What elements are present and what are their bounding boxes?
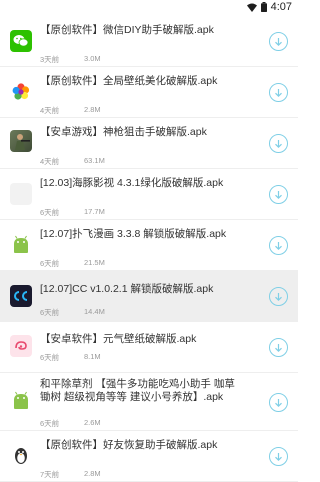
download-button[interactable] <box>269 287 288 306</box>
download-button[interactable] <box>269 83 288 102</box>
file-size: 8.1M <box>84 352 101 361</box>
clock: 4:07 <box>270 1 292 13</box>
sniper-game-icon <box>10 130 32 152</box>
list-item[interactable]: 和平除草剂 【强牛多功能吃鸡小助手 咖草 锄树 超级视角等等 建议小号养放】.a… <box>0 373 298 431</box>
file-date: 4天前 <box>40 106 60 115</box>
file-size: 17.7M <box>84 207 105 216</box>
file-title[interactable]: [12.07]扑飞漫画 3.3.8 解锁版破解版.apk <box>40 228 240 241</box>
list-item[interactable]: 【安卓软件】元气壁纸破解版.apk 6天前 8.1M <box>0 322 298 373</box>
status-bar: 4:07 <box>0 0 298 16</box>
file-date: 6天前 <box>40 259 60 268</box>
wifi-icon <box>246 3 257 12</box>
download-button[interactable] <box>269 236 288 255</box>
download-arrow-icon <box>275 398 282 407</box>
file-date: 7天前 <box>40 470 60 479</box>
list-item[interactable]: 【原创软件】微信DIY助手破解版.apk 3天前 3.0M <box>0 16 298 67</box>
file-date: 3天前 <box>40 55 60 64</box>
file-size: 2.6M <box>84 418 101 427</box>
download-arrow-icon <box>275 88 282 97</box>
download-button[interactable] <box>269 134 288 153</box>
file-title[interactable]: 【原创软件】微信DIY助手破解版.apk <box>40 24 240 37</box>
download-arrow-icon <box>275 37 282 46</box>
download-arrow-icon <box>275 343 282 352</box>
download-arrow-icon <box>275 241 282 250</box>
android-icon <box>10 390 32 412</box>
download-button[interactable] <box>269 32 288 51</box>
download-button[interactable] <box>269 393 288 412</box>
list-item[interactable]: 【安卓游戏】神枪狙击手破解版.apk 4天前 63.1M <box>0 118 298 169</box>
blank-icon <box>10 183 32 205</box>
download-arrow-icon <box>275 292 282 301</box>
file-title[interactable]: 和平除草剂 【强牛多功能吃鸡小助手 咖草 锄树 超级视角等等 建议小号养放】.a… <box>40 378 245 403</box>
qq-penguin-icon <box>10 445 32 467</box>
file-size: 63.1M <box>84 156 105 165</box>
file-size: 14.4M <box>84 307 105 316</box>
file-size: 2.8M <box>84 105 101 114</box>
list-item[interactable]: 【原创软件】好友恢复助手破解版.apk 7天前 2.8M <box>0 431 298 482</box>
file-size: 3.0M <box>84 54 101 63</box>
file-date: 4天前 <box>40 157 60 166</box>
download-arrow-icon <box>275 139 282 148</box>
file-date: 6天前 <box>40 308 60 317</box>
download-arrow-icon <box>275 452 282 461</box>
file-date: 6天前 <box>40 353 60 362</box>
cc-app-icon <box>10 285 32 307</box>
download-button[interactable] <box>269 338 288 357</box>
wechat-icon <box>10 30 32 52</box>
download-button[interactable] <box>269 185 288 204</box>
file-title[interactable]: 【安卓游戏】神枪狙击手破解版.apk <box>40 126 240 139</box>
download-button[interactable] <box>269 447 288 466</box>
android-icon <box>10 234 32 256</box>
color-flower-icon <box>10 81 32 103</box>
list-item[interactable]: [12.07]CC v1.0.2.1 解锁版破解版.apk 6天前 14.4M <box>0 271 298 322</box>
file-size: 21.5M <box>84 258 105 267</box>
file-title[interactable]: 【原创软件】好友恢复助手破解版.apk <box>40 439 240 452</box>
file-title[interactable]: [12.07]CC v1.0.2.1 解锁版破解版.apk <box>40 283 240 296</box>
wallpaper-app-icon <box>10 335 32 357</box>
file-list[interactable]: 【原创软件】微信DIY助手破解版.apk 3天前 3.0M 【原创软件】全局壁纸… <box>0 16 298 482</box>
file-title[interactable]: 【安卓软件】元气壁纸破解版.apk <box>40 333 240 346</box>
list-item[interactable]: 【原创软件】全局壁纸美化破解版.apk 4天前 2.8M <box>0 67 298 118</box>
download-arrow-icon <box>275 190 282 199</box>
file-title[interactable]: [12.03]海豚影视 4.3.1绿化版破解版.apk <box>40 177 240 190</box>
list-item[interactable]: [12.07]扑飞漫画 3.3.8 解锁版破解版.apk 6天前 21.5M <box>0 220 298 271</box>
file-date: 6天前 <box>40 419 60 428</box>
list-item[interactable]: [12.03]海豚影视 4.3.1绿化版破解版.apk 6天前 17.7M <box>0 169 298 220</box>
file-title[interactable]: 【原创软件】全局壁纸美化破解版.apk <box>40 75 240 88</box>
file-size: 2.8M <box>84 469 101 478</box>
file-date: 6天前 <box>40 208 60 217</box>
battery-icon <box>260 2 267 12</box>
